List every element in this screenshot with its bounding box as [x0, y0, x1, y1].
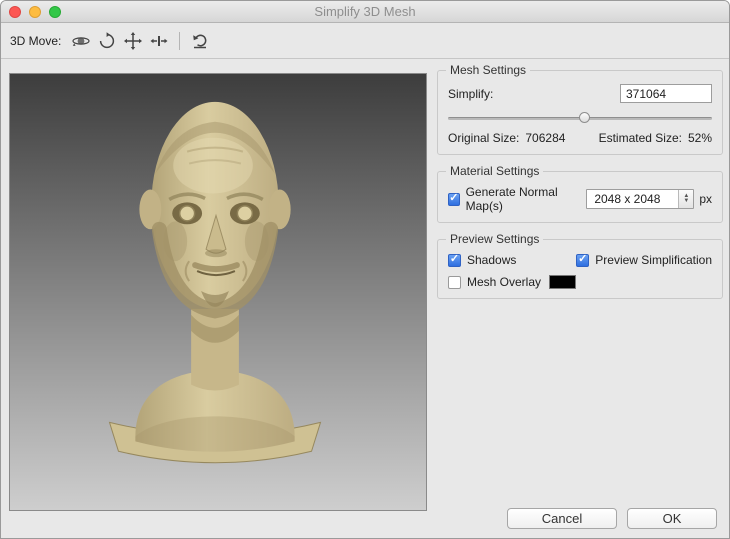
estimated-size-label: Estimated Size:	[599, 131, 682, 145]
3d-bust-render	[10, 74, 426, 510]
mesh-settings-title: Mesh Settings	[446, 63, 530, 77]
3d-preview-viewport[interactable]	[9, 73, 427, 511]
simplify-slider-thumb[interactable]	[579, 112, 590, 123]
generate-normal-map-checkbox-box[interactable]	[448, 193, 460, 206]
overlay-color-swatch[interactable]	[549, 275, 576, 289]
preview-settings-group: Preview Settings Shadows Preview Simplif…	[437, 232, 723, 299]
generate-normal-map-checkbox[interactable]: Generate Normal Map(s)	[448, 185, 581, 213]
move-toolbar: 3D Move:	[1, 24, 729, 59]
dropdown-arrows-icon: ▲▼	[678, 190, 693, 208]
px-unit-label: px	[699, 192, 712, 206]
roll-3d-icon[interactable]	[97, 31, 117, 51]
material-settings-title: Material Settings	[446, 164, 543, 178]
original-size-label: Original Size:	[448, 131, 519, 145]
pan-3d-icon[interactable]	[123, 31, 143, 51]
normal-map-size-value: 2048 x 2048	[594, 192, 660, 206]
normal-map-size-dropdown[interactable]: 2048 x 2048 ▲▼	[586, 189, 694, 209]
estimated-size-value: 52%	[688, 131, 712, 145]
mesh-settings-group: Mesh Settings Simplify: Original Size: 7…	[437, 63, 723, 155]
move-toolbar-label: 3D Move:	[10, 34, 61, 48]
settings-panel: Mesh Settings Simplify: Original Size: 7…	[437, 63, 723, 308]
rotate-3d-icon[interactable]	[71, 31, 91, 51]
simplify-label: Simplify:	[448, 87, 493, 101]
mesh-overlay-checkbox[interactable]: Mesh Overlay	[448, 275, 541, 289]
shadows-checkbox-box[interactable]	[448, 254, 461, 267]
material-settings-group: Material Settings Generate Normal Map(s)…	[437, 164, 723, 223]
reset-camera-icon[interactable]	[190, 31, 210, 51]
toolbar-separator	[179, 32, 180, 50]
preview-simplification-checkbox-box[interactable]	[576, 254, 589, 267]
original-size-value: 706284	[525, 131, 565, 145]
preview-simplification-checkbox[interactable]: Preview Simplification	[576, 253, 712, 267]
preview-settings-title: Preview Settings	[446, 232, 543, 246]
simplify-value-input[interactable]	[620, 84, 712, 103]
cancel-button[interactable]: Cancel	[507, 508, 617, 529]
mesh-overlay-checkbox-box[interactable]	[448, 276, 461, 289]
shadows-checkbox[interactable]: Shadows	[448, 253, 516, 267]
ok-button[interactable]: OK	[627, 508, 717, 529]
simplify-3d-mesh-dialog: Simplify 3D Mesh 3D Move:	[0, 0, 730, 539]
window-title: Simplify 3D Mesh	[1, 1, 729, 23]
slide-3d-icon[interactable]	[149, 31, 169, 51]
mesh-overlay-label: Mesh Overlay	[467, 275, 541, 289]
preview-simplification-label: Preview Simplification	[595, 253, 712, 267]
shadows-label: Shadows	[467, 253, 516, 267]
titlebar: Simplify 3D Mesh	[1, 1, 729, 23]
generate-normal-map-label: Generate Normal Map(s)	[466, 185, 582, 213]
simplify-slider[interactable]	[448, 111, 712, 125]
